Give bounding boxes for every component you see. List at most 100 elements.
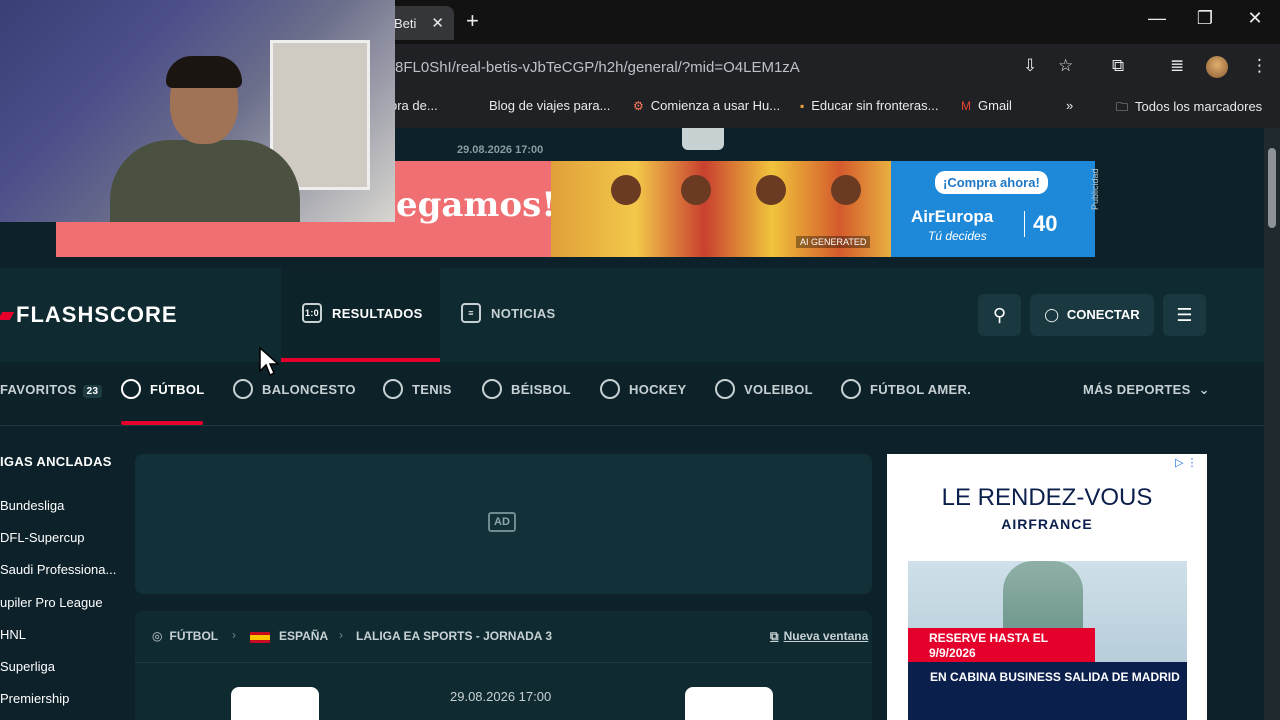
url-text: 8FL0ShI/real-betis-vJbTeCGP/h2h/general/…: [395, 59, 800, 76]
ai-generated-label: AI GENERATED: [796, 236, 871, 248]
sport-voleibol[interactable]: VOLEIBOL: [715, 379, 813, 400]
pinned-league-item[interactable]: Premiership: [0, 691, 69, 706]
external-link-icon: ⧉: [770, 629, 779, 643]
pinned-league-item[interactable]: Saudi Professiona...: [0, 562, 116, 577]
news-icon: ≡: [461, 302, 481, 323]
sport-favoritos[interactable]: FAVORITOS 23: [0, 382, 103, 398]
soccer-ball-icon: [121, 379, 141, 400]
favorites-count-badge: 23: [82, 385, 103, 398]
bookmark-item[interactable]: M Gmail: [961, 98, 1012, 113]
side-ad-brand: AIRFRANCE: [1001, 516, 1093, 532]
breadcrumb-league[interactable]: LALIGA EA SPORTS - JORNADA 3: [356, 629, 552, 643]
bookmark-item[interactable]: pra de...: [390, 98, 438, 113]
flashscore-logo[interactable]: FLASHSCORE: [0, 302, 178, 328]
new-window-link[interactable]: ⧉ Nueva ventana: [770, 629, 868, 644]
scrollbar[interactable]: [1264, 128, 1280, 720]
helmet-icon: [841, 379, 861, 400]
star-icon[interactable]: ☆: [1058, 56, 1073, 76]
site-header: FLASHSCORE 1:0 RESULTADOS ≡ NOTICIAS ⚲ ◯ CO…: [0, 268, 1264, 362]
basketball-icon: [233, 379, 253, 400]
connect-button[interactable]: ◯ CONECTAR: [1030, 294, 1154, 336]
user-icon: ◯: [1044, 307, 1059, 322]
sport-baloncesto[interactable]: BALONCESTO: [233, 379, 356, 400]
all-bookmarks[interactable]: 🗀 Todos los marcadores: [1116, 98, 1262, 119]
active-sport-underline: [121, 421, 203, 425]
pinned-league-item[interactable]: DFL-Supercup: [0, 530, 85, 545]
volleyball-icon: [715, 379, 735, 400]
sport-futbol-americano[interactable]: FÚTBOL AMER.: [841, 379, 971, 400]
close-window-icon[interactable]: ✕: [1235, 8, 1275, 29]
kebab-menu-icon[interactable]: ⋮: [1251, 56, 1268, 76]
scrollbar-thumb[interactable]: [1268, 148, 1276, 228]
side-ad[interactable]: ▷ ⋮ LE RENDEZ-VOUS AIRFRANCE RESERVE HAS…: [887, 454, 1207, 720]
pinned-league-item[interactable]: upiler Pro League: [0, 595, 103, 610]
baseball-bat-icon: [482, 379, 502, 400]
sport-beisbol[interactable]: BÉISBOL: [482, 379, 571, 400]
banner-cta-button[interactable]: ¡Compra ahora!: [935, 171, 1048, 194]
media-control-icon[interactable]: ≣: [1170, 56, 1184, 76]
more-sports-dropdown[interactable]: MÁS DEPORTES ⌄: [1083, 382, 1210, 398]
bookmark-icon: ▪: [800, 99, 805, 113]
search-icon: ⚲: [992, 305, 1007, 325]
chevron-right-icon: ›: [339, 628, 343, 642]
close-tab-icon[interactable]: ✕: [431, 14, 444, 32]
home-team-crest[interactable]: [231, 687, 319, 720]
side-ad-cabin: EN CABINA BUSINESS SALIDA DE MADRID: [908, 662, 1187, 720]
top-date: 29.08.2026 17:00: [457, 144, 544, 156]
mouse-cursor-icon: [259, 347, 279, 377]
presenter-image: [110, 56, 300, 222]
breadcrumb-sport[interactable]: ◎ FÚTBOL: [152, 629, 218, 643]
profile-avatar[interactable]: [1206, 56, 1228, 78]
menu-button[interactable]: ☰: [1163, 294, 1206, 336]
ad-icon: AD: [488, 512, 516, 532]
webcam-overlay: [0, 0, 395, 222]
hockey-stick-icon: [600, 379, 620, 400]
pinned-league-item[interactable]: Superliga: [0, 659, 55, 674]
nav-noticias[interactable]: ≡ NOTICIAS: [440, 268, 580, 362]
sport-tenis[interactable]: TENIS: [383, 379, 452, 400]
pinned-league-item[interactable]: Bundesliga: [0, 498, 64, 513]
match-card: ◎ FÚTBOL › ESPAÑA › LALIGA EA SPORTS - JO…: [135, 611, 872, 720]
tab-title: Beti: [394, 16, 417, 31]
banner-tagline: Tú decides: [928, 229, 987, 243]
more-bookmarks-icon[interactable]: »: [1066, 98, 1073, 113]
tennis-racket-icon: [383, 379, 403, 400]
spain-flag-icon: [250, 632, 270, 643]
away-team-crest[interactable]: [685, 687, 773, 720]
extensions-icon[interactable]: ⧉: [1112, 56, 1124, 76]
banner-headline: egamos!: [396, 185, 557, 225]
sport-hockey[interactable]: HOCKEY: [600, 379, 686, 400]
adchoices-icon[interactable]: ▷ ⋮: [1175, 456, 1198, 469]
hamburger-icon: ☰: [1176, 305, 1193, 325]
match-datetime: 29.08.2026 17:00: [450, 689, 552, 704]
gmail-icon: M: [961, 99, 971, 113]
chevron-right-icon: ›: [232, 628, 236, 642]
soccer-ball-icon: ◎: [152, 629, 163, 643]
banner-brand: AirEuropa: [911, 207, 994, 226]
sports-nav: FAVORITOS 23 FÚTBOL BALONCESTO TENIS BÉIS…: [0, 362, 1264, 426]
address-bar[interactable]: 8FL0ShI/real-betis-vJbTeCGP/h2h/general/…: [380, 48, 1020, 86]
logo-mark-icon: [0, 312, 15, 321]
publicidad-label: Publicidad: [1090, 168, 1100, 210]
new-tab-icon[interactable]: +: [466, 8, 479, 34]
install-app-icon[interactable]: ⇩: [1023, 56, 1037, 76]
search-button[interactable]: ⚲: [978, 294, 1021, 336]
side-ad-headline: LE RENDEZ-VOUS: [941, 484, 1153, 511]
sport-futbol[interactable]: FÚTBOL: [121, 379, 205, 400]
team-crest-small: [682, 128, 724, 150]
banner-anniversary: 40: [1024, 211, 1057, 237]
ad-placeholder: AD: [135, 454, 872, 594]
scoreboard-icon: 1:0: [302, 302, 322, 323]
pinned-leagues-title: IGAS ANCLADAS: [0, 454, 112, 469]
minimize-icon[interactable]: —: [1137, 8, 1177, 29]
bookmark-item[interactable]: ⚙ Comienza a usar Hu...: [633, 98, 780, 113]
chevron-down-icon: ⌄: [1198, 382, 1210, 397]
bookmark-item[interactable]: Blog de viajes para...: [489, 98, 610, 113]
restore-icon[interactable]: ❐: [1185, 8, 1225, 29]
hubspot-icon: ⚙: [633, 99, 644, 113]
pinned-league-item[interactable]: HNL: [0, 627, 26, 642]
bookmark-item[interactable]: ▪ Educar sin fronteras...: [800, 98, 938, 113]
nav-resultados[interactable]: 1:0 RESULTADOS: [281, 268, 440, 362]
breadcrumb-country[interactable]: ESPAÑA: [279, 629, 328, 643]
side-ad-reserve: RESERVE HASTA EL 9/9/2026: [908, 628, 1095, 662]
